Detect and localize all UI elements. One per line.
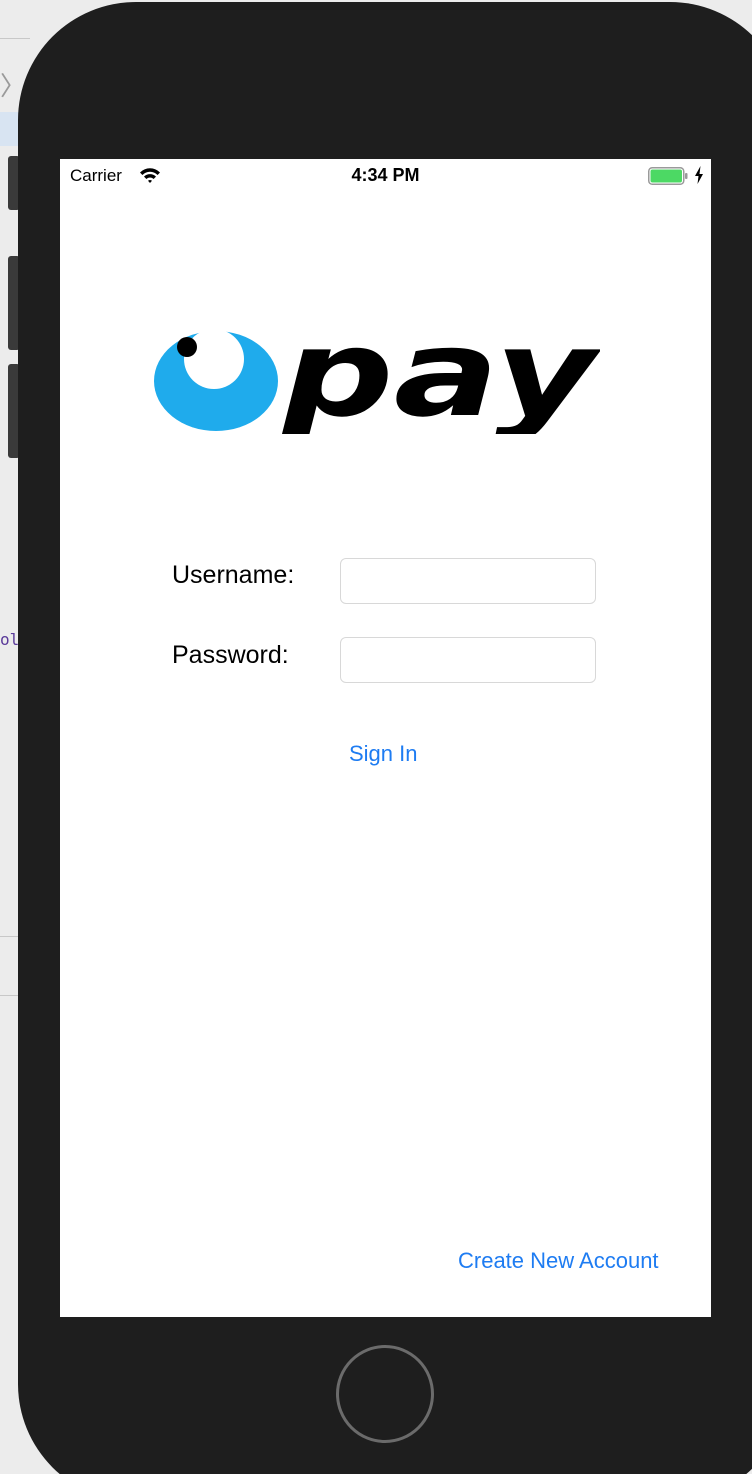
xcode-code-fragment: ol [0, 630, 20, 649]
app-screen: Carrier 4:34 PM pay Username: Password: … [60, 159, 711, 1317]
sign-in-button[interactable]: Sign In [349, 741, 418, 767]
username-label: Username: [172, 561, 295, 589]
opay-logo: pay [154, 319, 600, 434]
xcode-divider [0, 38, 30, 39]
battery-full-icon [648, 167, 688, 185]
blue-bubble-eye-icon [154, 329, 278, 431]
password-label: Password: [172, 641, 289, 669]
logo-wordmark: pay [279, 319, 600, 434]
create-new-account-button[interactable]: Create New Account [458, 1248, 659, 1274]
password-input[interactable] [340, 637, 596, 683]
username-input[interactable] [340, 558, 596, 604]
status-bar: Carrier 4:34 PM [60, 159, 711, 193]
status-time: 4:34 PM [351, 165, 420, 185]
home-button[interactable] [336, 1345, 434, 1443]
simulator-window: 〉 ol Carrier 4:34 PM pay Username: Passw… [0, 0, 752, 1474]
charging-bolt-icon [695, 166, 703, 184]
